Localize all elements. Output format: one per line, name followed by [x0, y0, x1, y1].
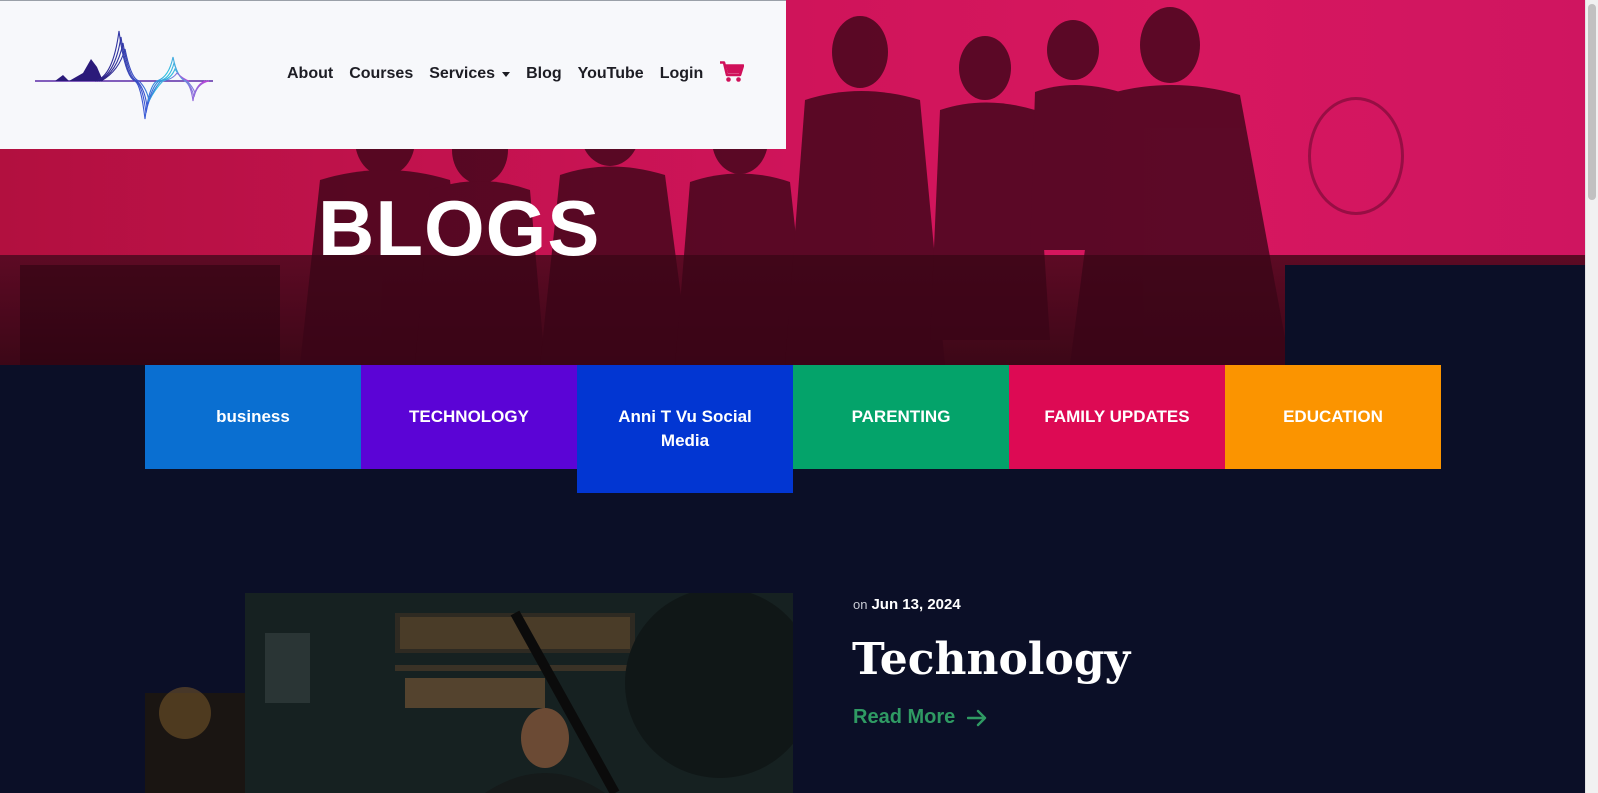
category-education-label: EDUCATION	[1283, 407, 1383, 426]
chevron-down-icon	[502, 71, 511, 77]
read-more-label: Read More	[853, 706, 956, 728]
hero-corner-block	[1285, 265, 1585, 365]
nav-about[interactable]: About	[287, 65, 333, 83]
category-family-updates-label: FAMILY UPDATES	[1044, 407, 1190, 426]
nav-youtube-label: YouTube	[577, 65, 644, 82]
post-title[interactable]: Technology	[852, 632, 1130, 688]
category-social-media[interactable]: Anni T Vu Social Media	[577, 365, 793, 493]
category-business[interactable]: business	[145, 365, 361, 469]
shopping-cart-icon[interactable]	[720, 61, 744, 83]
site-logo[interactable]	[35, 29, 215, 124]
category-parenting-label: PARENTING	[851, 407, 951, 426]
category-technology[interactable]: TECHNOLOGY	[361, 365, 577, 469]
post-meta: on Jun 13, 2024	[853, 596, 961, 613]
nav-youtube[interactable]: YouTube	[578, 65, 644, 83]
page-title: BLOGS	[318, 184, 601, 272]
category-tiles: business TECHNOLOGY Anni T Vu Social Med…	[145, 365, 1441, 493]
post-date-prefix: on	[853, 597, 868, 612]
main-nav: About Courses Services Blog YouTube Logi…	[287, 61, 719, 87]
post-date: Jun 13, 2024	[871, 596, 961, 613]
nav-login-label: Login	[659, 65, 704, 82]
category-family-updates[interactable]: FAMILY UPDATES	[1009, 365, 1225, 469]
read-more-link[interactable]: Read More	[853, 706, 987, 729]
nav-blog[interactable]: Blog	[526, 65, 562, 83]
site-header: About Courses Services Blog YouTube Logi…	[0, 0, 786, 149]
post-thumbnail[interactable]	[145, 593, 793, 793]
nav-services[interactable]: Services	[429, 65, 511, 83]
nav-courses[interactable]: Courses	[349, 65, 413, 83]
category-parenting[interactable]: PARENTING	[793, 365, 1009, 469]
nav-login[interactable]: Login	[660, 65, 704, 83]
category-social-media-label: Anni T Vu Social Media	[618, 407, 752, 450]
scrollbar-thumb[interactable]	[1588, 4, 1596, 200]
nav-services-label: Services	[429, 65, 496, 82]
nav-blog-label: Blog	[526, 65, 562, 82]
category-business-label: business	[216, 407, 290, 426]
arrow-right-icon	[967, 709, 987, 726]
nav-about-label: About	[287, 65, 334, 82]
nav-courses-label: Courses	[349, 65, 414, 82]
category-education[interactable]: EDUCATION	[1225, 365, 1441, 469]
category-technology-label: TECHNOLOGY	[409, 407, 529, 426]
page-scrollbar[interactable]	[1585, 0, 1598, 793]
